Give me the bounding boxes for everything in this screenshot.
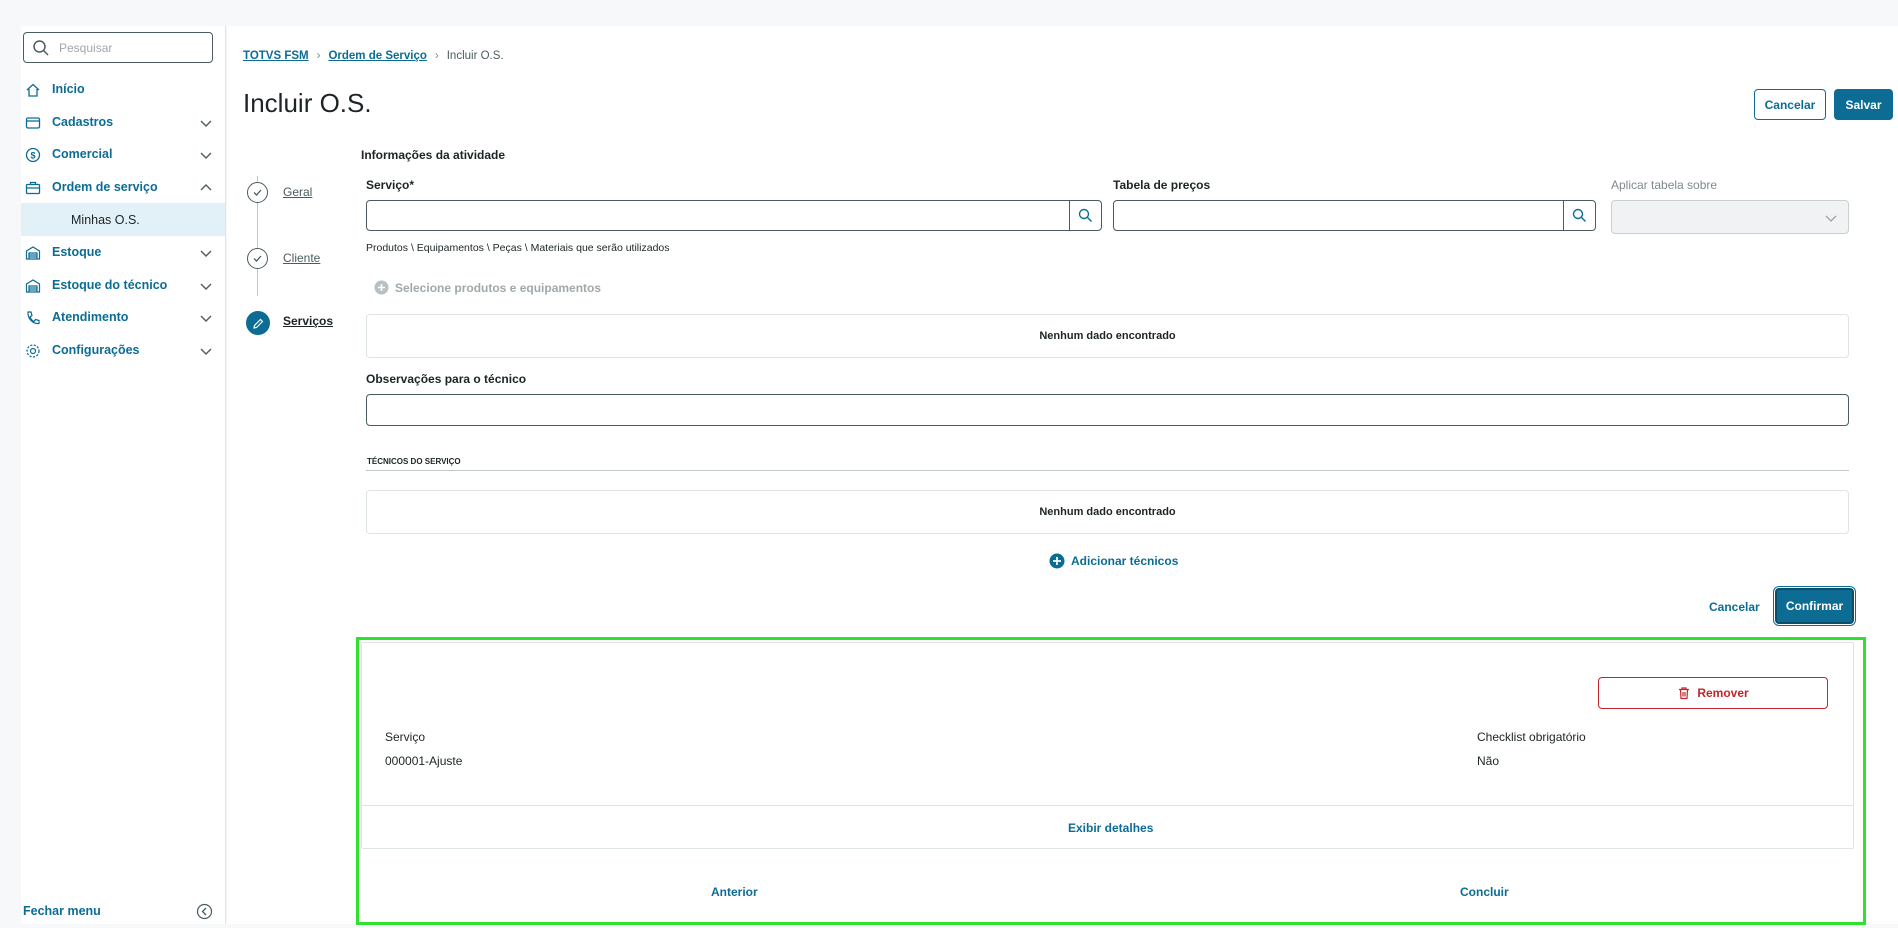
service-key: Serviço [385,730,426,744]
finish-button[interactable]: Concluir [1460,885,1509,899]
close-menu-link[interactable]: Fechar menu [23,904,101,918]
dollar-icon: $ [25,148,41,163]
sidebar-item-label: Minhas O.S. [71,212,140,227]
service-card [361,642,1854,849]
top-bar [0,0,1898,26]
search-icon [1572,208,1586,222]
check-icon [247,182,268,203]
service-label: Serviço* [366,178,415,192]
products-hint: Produtos \ Equipamentos \ Peças \ Materi… [366,242,670,254]
sidebar-item-label: Início [52,82,85,97]
section-title: Informações da atividade [361,148,506,162]
technicians-divider [366,470,1849,471]
price-table-label: Tabela de preços [1113,178,1211,192]
sidebar-menu: Início Cadastros $ Comercial Ordem de se… [21,73,225,366]
form-cancel-button[interactable]: Cancelar [1709,600,1760,614]
svg-text:$: $ [30,150,35,160]
service-value: 000001-Ajuste [385,754,463,768]
chevron-up-icon [200,183,212,191]
price-table-search-button[interactable] [1563,200,1595,231]
plus-circle-icon [1049,553,1065,569]
pencil-icon [246,311,270,335]
checklist-value: Não [1477,754,1500,768]
cancel-button[interactable]: Cancelar [1754,89,1826,120]
sidebar-item-label: Ordem de serviço [52,180,158,195]
sidebar-item-estoque-do-tecnico[interactable]: Estoque do técnico [21,269,225,302]
sidebar: Pesquisar Início Cadastros $ Comercial O… [21,26,226,924]
collapse-menu-icon[interactable] [196,903,213,920]
breadcrumb-separator-icon: › [316,50,321,62]
service-input[interactable] [366,200,1102,231]
observations-label: Observações para o técnico [366,372,527,386]
briefcase-icon [25,181,41,194]
sidebar-item-label: Cadastros [52,114,114,129]
sidebar-item-ordem-de-servico[interactable]: Ordem de serviço [21,171,225,204]
phone-icon [27,311,40,325]
checklist-key: Checklist obrigatório [1477,730,1586,744]
save-button[interactable]: Salvar [1834,89,1893,120]
empty-message: Nenhum dado encontrado [1039,330,1176,342]
plus-circle-icon [374,280,389,295]
sidebar-item-label: Estoque do técnico [52,277,168,292]
chevron-down-icon [200,120,212,127]
sidebar-item-cadastros[interactable]: Cadastros [21,106,225,139]
empty-message: Nenhum dado encontrado [1039,506,1176,518]
search-icon [33,40,49,56]
card-icon [25,116,41,129]
confirm-button[interactable]: Confirmar [1773,586,1856,626]
chevron-down-icon [200,315,212,323]
warehouse-icon [25,278,41,293]
search-icon [1078,208,1092,222]
breadcrumb: TOTVS FSM › Ordem de Serviço › Incluir O… [243,50,504,62]
remove-button[interactable]: Remover [1598,677,1828,709]
products-empty-table: Nenhum dado encontrado [366,314,1849,358]
sidebar-item-minhas-os[interactable]: Minhas O.S. [21,203,225,236]
apply-table-select[interactable] [1611,200,1849,234]
previous-button[interactable]: Anterior [711,885,758,899]
trash-icon [1679,687,1690,700]
breadcrumb-link-ordem-de-servico[interactable]: Ordem de Serviço [328,50,426,62]
add-technicians-button[interactable]: Adicionar técnicos [1049,553,1178,569]
price-table-input[interactable] [1113,200,1596,231]
sidebar-item-configuracoes[interactable]: Configurações [21,334,225,367]
chevron-down-icon [200,348,212,355]
warehouse-icon [25,246,41,260]
chevron-down-icon [200,250,212,257]
select-products-button[interactable]: Selecione produtos e equipamentos [374,280,601,295]
technicians-empty-table: Nenhum dado encontrado [366,490,1849,534]
select-products-label: Selecione produtos e equipamentos [395,280,602,295]
technicians-divider-label: TÉCNICOS DO SERVIÇO [367,457,461,466]
step-label: Geral [283,185,313,199]
sidebar-item-label: Atendimento [52,310,129,325]
search-input[interactable]: Pesquisar [23,32,213,63]
sidebar-item-atendimento[interactable]: Atendimento [21,301,225,334]
chevron-down-icon [200,283,212,290]
sidebar-item-label: Comercial [52,147,113,162]
card-divider [362,805,1853,806]
sidebar-item-estoque[interactable]: Estoque [21,236,225,269]
stepper: Geral Cliente Serviços [246,154,333,335]
add-technicians-label: Adicionar técnicos [1071,554,1179,568]
chevron-down-icon [200,152,212,160]
step-label: Cliente [283,251,321,265]
gear-icon [26,344,40,358]
remove-label: Remover [1697,686,1749,700]
breadcrumb-current: Incluir O.S. [446,50,504,62]
check-icon [247,248,268,269]
apply-table-label: Aplicar tabela sobre [1611,178,1718,192]
page-title: Incluir O.S. [243,88,372,118]
step-label: Serviços [283,314,334,328]
breadcrumb-separator-icon: › [434,50,439,62]
chevron-down-icon [1825,215,1837,222]
search-placeholder: Pesquisar [59,41,113,55]
sidebar-item-inicio[interactable]: Início [21,73,225,106]
observations-input[interactable] [366,394,1849,426]
home-icon [26,83,40,97]
sidebar-item-label: Estoque [52,245,102,260]
breadcrumb-link-totvs-fsm[interactable]: TOTVS FSM [243,50,309,62]
show-details-link[interactable]: Exibir detalhes [1068,821,1153,835]
service-search-button[interactable] [1069,200,1101,231]
sidebar-item-label: Configurações [52,343,140,358]
sidebar-item-comercial[interactable]: $ Comercial [21,138,225,171]
